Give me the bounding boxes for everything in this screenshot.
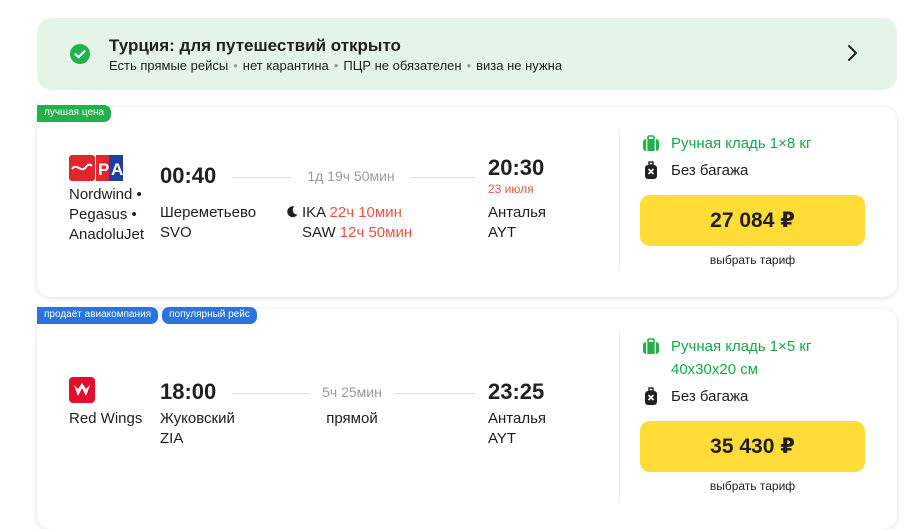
no-baggage-icon [641, 161, 661, 181]
airline-name: Pegasus • [69, 206, 137, 223]
transfer-wait: 12ч 50мин [339, 224, 413, 241]
banner-item: нет карантина [242, 58, 329, 73]
flight-duration: 1д 19ч 50мин [307, 168, 395, 184]
badges: лучшая цена [37, 105, 112, 122]
transfer: IKA 22ч 10мин [302, 203, 402, 223]
banner-item: Есть прямые рейсы [109, 58, 229, 73]
flight-duration: 5ч 25мин [322, 384, 382, 400]
airline-name: AnadoluJet [69, 226, 145, 243]
hand-luggage-icon [641, 134, 661, 154]
route-line [410, 177, 476, 178]
transfer-code: IKA [302, 204, 326, 221]
airline-name: Nordwind • [69, 186, 142, 203]
arrival-code: AYT [488, 224, 517, 241]
direct-flight-label: прямой [326, 410, 378, 427]
arrival-time: 20:30 [488, 155, 545, 180]
no-baggage-icon [641, 387, 661, 407]
banner-item: ПЦР не обязателен [343, 58, 462, 73]
hand-luggage-label: Ручная кладь 1×8 кг [671, 135, 812, 152]
departure-place: Шереметьево SVO [160, 203, 256, 243]
arrival-time: 23:25 [488, 379, 545, 404]
route-line [232, 393, 310, 394]
red-wings-logo-icon [69, 377, 95, 403]
departure-city: Шереметьево [160, 204, 257, 221]
banner-title: Турция: для путешествий открыто [109, 36, 401, 55]
svg-text:A: A [111, 160, 123, 179]
best-price-badge: лучшая цена [37, 105, 112, 122]
flight-card[interactable]: лучшая цена P A Nordwind • Pegasus • Ana… [37, 105, 897, 297]
arrival-city: Анталья [488, 410, 547, 427]
airline-names: Red Wings [69, 409, 142, 429]
card-divider [619, 331, 620, 503]
route-line [394, 393, 476, 394]
departure-time: 00:40 [160, 163, 217, 188]
banner-subtitle: Есть прямые рейсы • нет карантина • ПЦР не о… [109, 58, 562, 73]
departure-time: 18:00 [160, 379, 217, 404]
arrival-code: AYT [488, 430, 517, 447]
hand-luggage-label: Ручная кладь 1×5 кг [671, 338, 812, 355]
choose-tariff-link[interactable]: выбрать тариф [640, 253, 865, 267]
departure-place: Жуковский ZIA [160, 409, 235, 449]
airline-logos-icon: P A [69, 155, 123, 181]
route-line [232, 177, 292, 178]
svg-text:P: P [98, 160, 109, 179]
departure-code: ZIA [160, 430, 184, 447]
transfer-wait: 22ч 10мин [329, 204, 402, 221]
transfer: SAW 12ч 50мин [302, 223, 412, 243]
price-button[interactable]: 27 084 ₽ [640, 195, 865, 246]
departure-city: Жуковский [160, 410, 235, 427]
popular-flight-badge: популярный рейс [162, 307, 257, 324]
airline-names: Nordwind • Pegasus • AnadoluJet [69, 185, 144, 245]
badges: продаёт авиакомпания популярный рейс [37, 307, 257, 324]
checked-baggage-label: Без багажа [671, 162, 749, 179]
separator-dot: • [333, 58, 339, 73]
chevron-right-icon[interactable] [843, 44, 861, 62]
checked-baggage-label: Без багажа [671, 388, 749, 405]
card-divider [619, 129, 620, 271]
night-transfer-icon [286, 205, 299, 221]
arrival-place: Анталья AYT [488, 203, 546, 243]
arrival-date-note: 23 июля [488, 182, 534, 196]
separator-dot: • [233, 58, 238, 73]
airline-name: Red Wings [69, 410, 143, 427]
departure-code: SVO [160, 224, 192, 241]
flight-card[interactable]: продаёт авиакомпания популярный рейс Red… [37, 307, 897, 529]
transfer-code: SAW [302, 224, 336, 241]
choose-tariff-link[interactable]: выбрать тариф [640, 479, 865, 493]
separator-dot: • [466, 58, 472, 73]
hand-luggage-icon [641, 337, 661, 357]
arrival-city: Анталья [488, 204, 547, 221]
arrival-place: Анталья AYT [488, 409, 546, 449]
price-button[interactable]: 35 430 ₽ [640, 421, 865, 472]
check-circle-icon [70, 44, 90, 64]
banner-item: виза не нужна [476, 58, 563, 73]
hand-luggage-size: 40x30x20 см [671, 361, 759, 378]
airline-sells-badge: продаёт авиакомпания [37, 307, 159, 324]
turkey-open-banner[interactable]: Турция: для путешествий открыто Есть пря… [37, 18, 897, 90]
